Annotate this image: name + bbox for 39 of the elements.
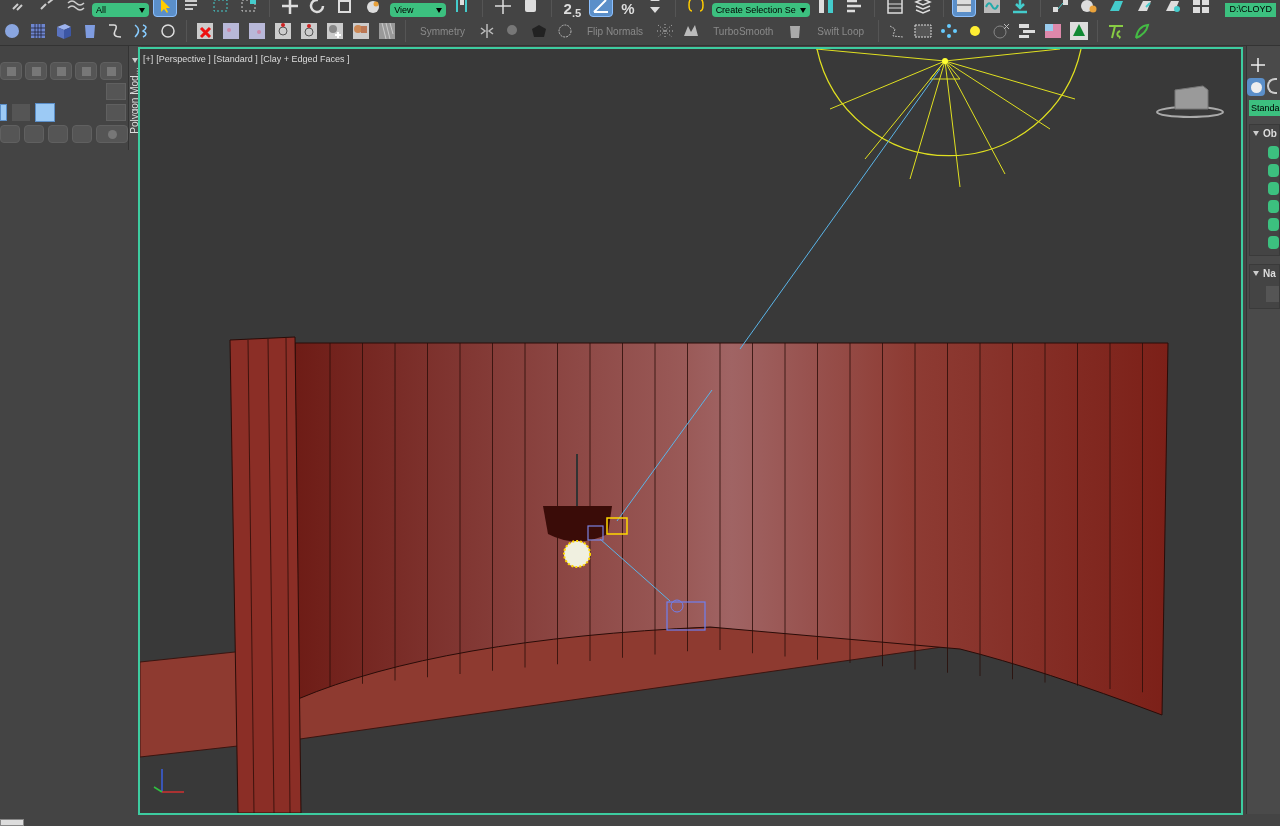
viewport-menu-label[interactable]: [Standard ] [213, 53, 258, 67]
viewport-menu-label[interactable]: [Perspective ] [156, 53, 211, 67]
viewport-menu-label[interactable]: [Clay + Edged Faces ] [260, 53, 350, 67]
axis-tripod-drawing [153, 768, 185, 793]
shapes-icon[interactable] [1267, 78, 1277, 94]
object-type-button[interactable] [1268, 200, 1279, 213]
object-type-button[interactable] [1268, 182, 1279, 195]
reference-coordinate-dropdown[interactable]: View [390, 3, 446, 17]
panel-menu-caret-icon[interactable] [132, 58, 138, 63]
caret-icon [435, 7, 442, 13]
object-type-button[interactable] [1268, 146, 1279, 159]
rollout-title[interactable]: Na [1263, 265, 1276, 281]
caret-icon [139, 7, 146, 13]
category-dropdown[interactable]: Standa [1249, 100, 1280, 116]
camera-drawing [666, 599, 706, 631]
ribbon-toggle-icon[interactable] [952, 0, 977, 17]
caret-icon [800, 7, 807, 13]
object-type-button[interactable] [1268, 164, 1279, 177]
snap-toggle[interactable]: 2$_{.5}$ [559, 1, 586, 17]
status-swatch [0, 819, 24, 826]
object-type-button[interactable] [1268, 236, 1279, 249]
select-cursor-icon[interactable] [153, 0, 178, 17]
camera-view-line [599, 538, 671, 602]
viewcube-drawing[interactable] [1156, 85, 1224, 118]
selection-filter-dropdown[interactable]: All [92, 3, 150, 17]
name-field[interactable] [1266, 286, 1279, 302]
camera-target-gizmo-icon [587, 525, 604, 541]
perspective-viewport[interactable]: [+] [Perspective ] [Standard ] [Clay + Edged Faces ] [138, 47, 1243, 815]
object-type-button[interactable] [1268, 218, 1279, 231]
target-gizmo-icon [606, 517, 628, 535]
rollout-toggle-icon[interactable] [1253, 130, 1259, 136]
rollout-title[interactable]: Ob [1263, 125, 1277, 141]
viewport-menu-label[interactable]: [+] [143, 53, 154, 67]
geometry-button[interactable] [1247, 78, 1265, 96]
project-folder-field[interactable]: D:\CLOYD [1225, 3, 1276, 17]
rollout-toggle-icon[interactable] [1253, 270, 1259, 276]
angle-snap-icon[interactable] [589, 0, 614, 17]
named-selection-dropdown[interactable]: Create Selection Se [711, 3, 811, 17]
percent-snap-toggle[interactable]: % [617, 1, 639, 17]
